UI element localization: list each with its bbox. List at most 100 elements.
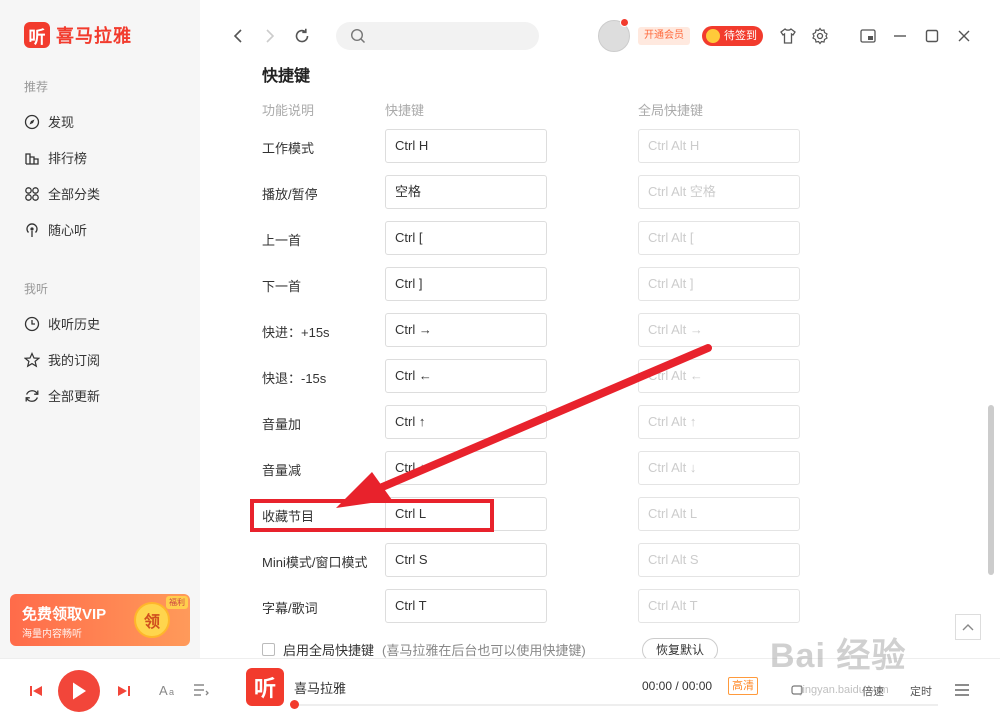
search-input[interactable] <box>336 22 539 50</box>
global-shortcut-toggle[interactable]: 启用全局快捷键 (喜马拉雅在后台也可以使用快捷键) <box>262 640 586 659</box>
shortcut-input-next[interactable]: Ctrl ] <box>385 267 547 301</box>
menu-button[interactable] <box>954 683 970 697</box>
section-title: 快捷键 <box>262 68 311 85</box>
playback-time: 00:00 / 00:00 <box>642 679 713 693</box>
vip-promo-banner[interactable]: 免费领取VIP 海量内容畅听 领 福利 <box>10 594 190 646</box>
shortcut-input-work-mode[interactable]: Ctrl H <box>385 129 547 163</box>
loop-mode-button[interactable] <box>790 683 804 697</box>
play-button[interactable] <box>58 670 100 712</box>
global-shortcut-input-volume-down[interactable]: Ctrl Alt ↓ <box>638 451 800 485</box>
shortcut-input-volume-up[interactable]: Ctrl ↑ <box>385 405 547 439</box>
chevron-left-icon <box>233 29 242 43</box>
gear-icon <box>812 27 828 45</box>
global-shortcut-input-previous[interactable]: Ctrl Alt [ <box>638 221 800 255</box>
section-mine: 我听 <box>24 282 49 296</box>
clock-icon <box>24 316 40 332</box>
star-icon <box>24 351 40 368</box>
track-title[interactable]: 喜马拉雅 <box>294 678 346 697</box>
next-button[interactable] <box>116 683 132 699</box>
skin-button[interactable] <box>778 26 798 46</box>
back-to-top-button[interactable] <box>955 614 981 640</box>
shortcut-input-volume-down[interactable]: Ctrl ↓ <box>385 451 547 485</box>
sidebar-item-label: 我的订阅 <box>48 353 101 368</box>
sidebar-item-random-listen[interactable]: 随心听 <box>24 220 87 239</box>
signin-label: 待签到 <box>724 30 757 42</box>
shortcut-input-previous[interactable]: Ctrl [ <box>385 221 547 255</box>
loop-icon <box>791 685 803 695</box>
close-button[interactable] <box>954 26 974 46</box>
previous-button[interactable] <box>28 683 44 699</box>
vip-subtitle: 海量内容畅听 <box>22 629 82 640</box>
chevron-up-icon <box>962 624 974 631</box>
sidebar-item-categories[interactable]: 全部分类 <box>24 184 100 203</box>
shortcut-input-rewind[interactable]: Ctrl ← <box>385 359 547 393</box>
shortcut-input-play-pause[interactable]: 空格 <box>385 175 547 209</box>
close-icon <box>958 30 970 42</box>
font-size-button[interactable]: Aa <box>158 681 178 699</box>
logo-text: 喜马拉雅 <box>56 26 132 46</box>
track-cover[interactable]: 听 <box>246 668 284 706</box>
row-label-volume-down: 音量减 <box>262 463 302 478</box>
annotation-highlight-box <box>250 499 494 532</box>
timer-button[interactable]: 定时 <box>910 683 932 699</box>
play-icon <box>73 682 86 700</box>
global-shortcut-input-play-pause[interactable]: Ctrl Alt 空格 <box>638 175 800 209</box>
row-label-subtitles: 字幕/歌词 <box>262 601 318 616</box>
sidebar-item-updates[interactable]: 全部更新 <box>24 386 100 405</box>
header-function: 功能说明 <box>262 103 315 118</box>
notification-dot <box>620 18 629 27</box>
tshirt-icon <box>780 28 796 44</box>
sidebar-item-subscriptions[interactable]: 我的订阅 <box>24 350 100 369</box>
signin-button[interactable]: 待签到 <box>702 26 763 46</box>
global-shortcut-input-volume-up[interactable]: Ctrl Alt ↑ <box>638 405 800 439</box>
sidebar-item-discover[interactable]: 发现 <box>24 112 74 131</box>
global-shortcut-input-favorite[interactable]: Ctrl Alt L <box>638 497 800 531</box>
shortcut-input-mini-mode[interactable]: Ctrl S <box>385 543 547 577</box>
quality-selector[interactable]: 高清 <box>728 677 758 695</box>
row-label-previous: 上一首 <box>262 233 302 248</box>
mini-mode-button[interactable] <box>858 26 878 46</box>
open-vip-button[interactable]: 开通会员 <box>638 27 690 45</box>
minimize-icon <box>894 35 906 37</box>
global-shortcut-input-fast-forward[interactable]: Ctrl Alt → <box>638 313 800 347</box>
reload-button[interactable] <box>290 24 314 48</box>
maximize-icon <box>925 29 939 43</box>
row-label-play-pause: 播放/暂停 <box>262 187 318 202</box>
chart-icon <box>24 150 40 166</box>
global-shortcut-input-rewind[interactable]: Ctrl Alt ← <box>638 359 800 393</box>
menu-icon <box>955 684 969 696</box>
search-icon <box>350 28 366 47</box>
sidebar-item-ranking[interactable]: 排行榜 <box>24 148 87 167</box>
row-label-rewind: 快退：-15s <box>262 371 327 386</box>
global-shortcut-input-work-mode[interactable]: Ctrl Alt H <box>638 129 800 163</box>
vip-title: 免费领取VIP <box>22 606 107 623</box>
minimize-button[interactable] <box>890 26 910 46</box>
global-shortcut-checkbox[interactable] <box>262 643 275 656</box>
sidebar-item-label: 排行榜 <box>48 151 88 166</box>
chevron-right-icon <box>266 29 275 43</box>
row-label-fast-forward: 快进：+15s <box>262 325 330 340</box>
app-logo[interactable]: 听 喜马拉雅 <box>24 22 132 48</box>
refresh-icon <box>24 388 40 404</box>
header-global-shortcut: 全局快捷键 <box>638 103 704 118</box>
forward-button[interactable] <box>258 24 282 48</box>
maximize-button[interactable] <box>922 26 942 46</box>
shortcut-input-fast-forward[interactable]: Ctrl → <box>385 313 547 347</box>
global-shortcut-input-mini-mode[interactable]: Ctrl Alt S <box>638 543 800 577</box>
progress-track[interactable] <box>292 704 938 706</box>
global-shortcut-input-next[interactable]: Ctrl Alt ] <box>638 267 800 301</box>
svg-text:A: A <box>159 683 168 698</box>
player-bar: Aa 听 喜马拉雅 00:00 / 00:00 高清 倍速 定时 <box>0 658 1000 720</box>
settings-button[interactable] <box>810 26 830 46</box>
speed-button[interactable]: 倍速 <box>862 683 884 699</box>
top-bar: 开通会员 待签到 <box>200 0 1000 62</box>
playlist-queue-button[interactable] <box>192 681 210 699</box>
font-size-icon: Aa <box>159 683 174 698</box>
back-button[interactable] <box>226 24 250 48</box>
global-shortcut-input-subtitles[interactable]: Ctrl Alt T <box>638 589 800 623</box>
progress-handle[interactable] <box>290 700 299 709</box>
shortcut-input-subtitles[interactable]: Ctrl T <box>385 589 547 623</box>
sidebar-item-label: 全部分类 <box>48 187 101 202</box>
sidebar-item-history[interactable]: 收听历史 <box>24 314 100 333</box>
content-scrollbar[interactable] <box>988 405 994 575</box>
